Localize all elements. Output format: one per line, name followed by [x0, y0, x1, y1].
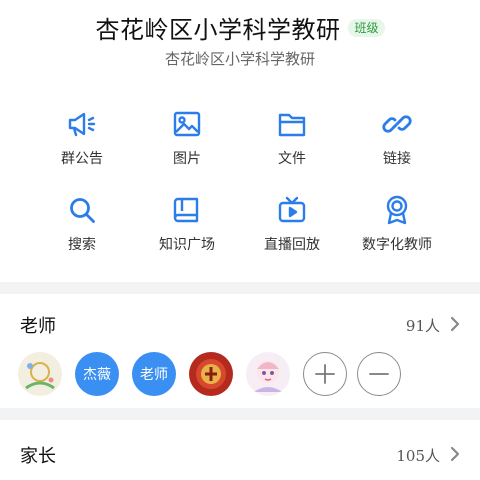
avatar-illustration [18, 352, 62, 396]
parents-section-header[interactable]: 家长 105人 [0, 432, 480, 476]
section-divider [0, 282, 480, 294]
avatar-illustration [246, 352, 290, 396]
parents-count: 105人 [396, 447, 440, 465]
avatar-text[interactable]: 老师 [132, 352, 176, 396]
tv-play-icon [278, 196, 306, 223]
feature-links[interactable]: 链接 [342, 108, 452, 178]
chevron-right-icon [450, 316, 460, 332]
teachers-title: 老师 [20, 316, 56, 337]
folder-icon [278, 113, 306, 137]
teachers-count: 91人 [405, 317, 440, 335]
feature-label: 链接 [383, 151, 411, 167]
feature-label: 图片 [173, 151, 201, 167]
chevron-right-icon [450, 446, 460, 462]
feature-label: 搜索 [68, 237, 96, 253]
group-subtitle: 杏花岭区小学科学教研 [164, 50, 315, 68]
feature-label: 文件 [278, 151, 306, 167]
feature-label: 群公告 [61, 151, 103, 167]
avatar-image-3[interactable] [246, 352, 290, 396]
avatar-image-2[interactable] [189, 352, 233, 396]
teachers-avatar-row: 杰薇 老师 [0, 348, 480, 402]
parents-title: 家长 [20, 446, 56, 467]
search-icon [70, 198, 95, 223]
feature-label: 直播回放 [264, 237, 320, 253]
avatar-text[interactable]: 杰薇 [75, 352, 119, 396]
book-icon [173, 197, 199, 223]
teachers-section-header[interactable]: 老师 91人 [0, 302, 480, 346]
feature-announcement[interactable]: 群公告 [27, 108, 137, 178]
feature-search[interactable]: 搜索 [27, 194, 137, 264]
plus-icon [315, 364, 335, 384]
feature-live-replay[interactable]: 直播回放 [237, 194, 347, 264]
add-member-button[interactable] [303, 352, 347, 396]
group-title: 杏花岭区小学科学教研 [95, 16, 341, 44]
feature-digital-teacher[interactable]: 数字化教师 [342, 194, 452, 264]
feature-label: 数字化教师 [362, 237, 432, 253]
megaphone-icon [68, 112, 96, 137]
feature-files[interactable]: 文件 [237, 108, 347, 178]
feature-label: 知识广场 [159, 237, 215, 253]
avatar-illustration [189, 352, 233, 396]
feature-knowledge-square[interactable]: 知识广场 [132, 194, 242, 264]
minus-icon [369, 373, 389, 375]
image-icon [173, 111, 201, 137]
avatar-image-1[interactable] [18, 352, 62, 396]
title-row: 杏花岭区小学科学教研 班级 [0, 10, 480, 45]
link-icon [382, 115, 412, 133]
class-badge: 班级 [348, 18, 385, 37]
section-divider [0, 408, 480, 420]
medal-icon [386, 195, 408, 225]
group-header: 杏花岭区小学科学教研 班级 杏花岭区小学科学教研 [0, 0, 480, 90]
remove-member-button[interactable] [357, 352, 401, 396]
feature-images[interactable]: 图片 [132, 108, 242, 178]
